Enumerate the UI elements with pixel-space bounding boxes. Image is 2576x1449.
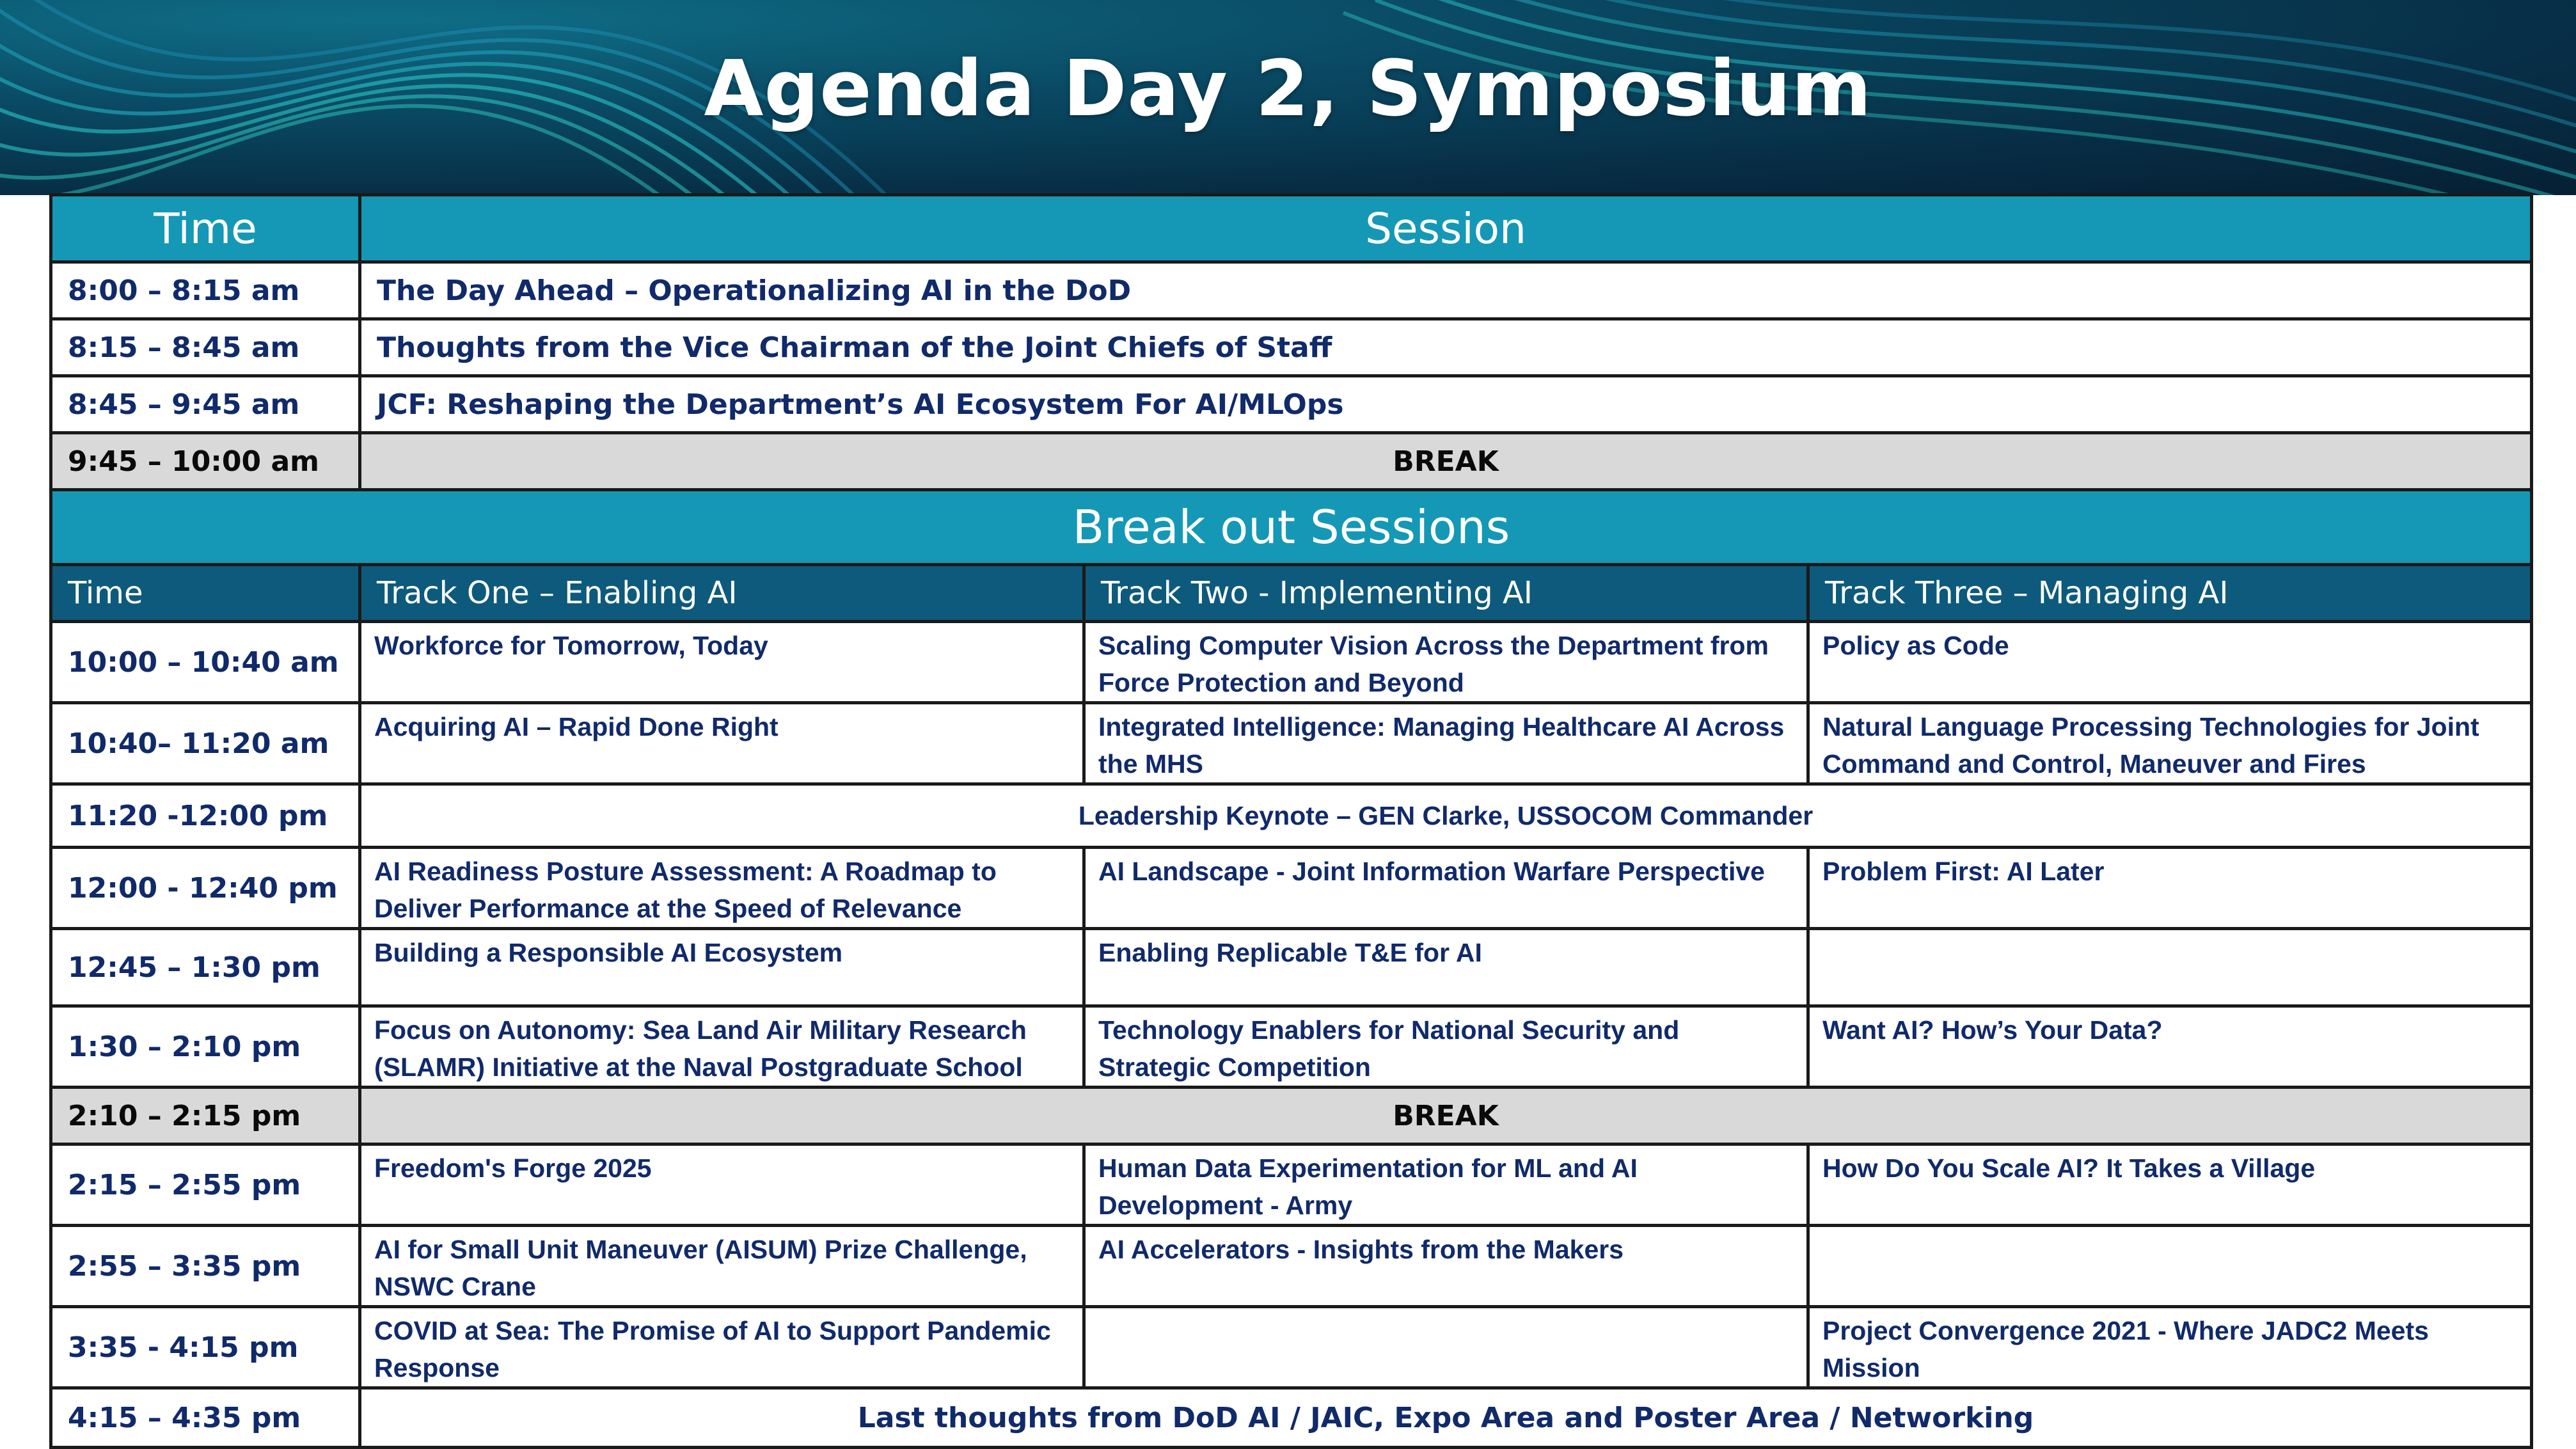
track-three-cell: Problem First: AI Later [1806,846,2533,930]
header-session: Session [358,193,2533,264]
table-row: 10:00 – 10:40 am Workforce for Tomorrow,… [49,620,2533,704]
track-two-cell: Human Data Experimentation for ML and AI… [1082,1143,1810,1227]
table-row: 12:00 - 12:40 pm AI Readiness Posture As… [49,846,2533,930]
track-two-cell: Enabling Replicable T&E for AI [1082,927,1810,1008]
time-cell: 1:30 – 2:10 pm [49,1004,361,1089]
track-header-two: Track Two - Implementing AI [1082,563,1810,623]
time-cell: 8:45 – 9:45 am [49,374,361,434]
track-one-cell: Acquiring AI – Rapid Done Right [358,701,1086,786]
keynote-label: Leadership Keynote – GEN Clarke, USSOCOM… [358,782,2533,849]
table-row: 10:40– 11:20 am Acquiring AI – Rapid Don… [49,701,2533,786]
session-cell: The Day Ahead – Operationalizing AI in t… [358,260,2533,321]
break-row: 9:45 – 10:00 am BREAK [49,431,2533,491]
track-two-cell: Integrated Intelligence: Managing Health… [1082,701,1810,786]
table-row: 12:45 – 1:30 pm Building a Responsible A… [49,927,2533,1008]
time-cell: 8:00 – 8:15 am [49,260,361,321]
table-row: 8:15 – 8:45 am Thoughts from the Vice Ch… [49,317,2533,377]
track-three-cell: Project Convergence 2021 - Where JADC2 M… [1806,1305,2533,1390]
time-cell: 4:15 – 4:35 pm [49,1386,361,1449]
track-one-cell: Workforce for Tomorrow, Today [358,620,1086,704]
break-label: BREAK [358,431,2533,491]
table-row: 8:45 – 9:45 am JCF: Reshaping the Depart… [49,374,2533,434]
track-one-cell: COVID at Sea: The Promise of AI to Suppo… [358,1305,1086,1390]
session-cell: JCF: Reshaping the Department’s AI Ecosy… [358,374,2533,434]
track-one-cell: Focus on Autonomy: Sea Land Air Military… [358,1004,1086,1089]
track-header-time: Time [49,563,361,623]
track-one-cell: AI for Small Unit Maneuver (AISUM) Prize… [358,1224,1086,1308]
track-one-cell: Freedom's Forge 2025 [358,1143,1086,1227]
track-two-cell [1082,1305,1810,1390]
table-row: 3:35 - 4:15 pm COVID at Sea: The Promise… [49,1305,2533,1390]
table-header-row: Time Session [49,193,2533,264]
time-cell: 2:55 – 3:35 pm [49,1224,361,1308]
break-label: BREAK [358,1086,2533,1146]
time-cell: 8:15 – 8:45 am [49,317,361,377]
time-cell: 10:40– 11:20 am [49,701,361,786]
track-two-cell: AI Accelerators - Insights from the Make… [1082,1224,1810,1308]
breakout-title: Break out Sessions [49,488,2533,566]
track-three-cell [1806,1224,2533,1308]
keynote-row: 11:20 -12:00 pm Leadership Keynote – GEN… [49,782,2533,849]
time-cell: 12:00 - 12:40 pm [49,846,361,930]
table-row: 8:00 – 8:15 am The Day Ahead – Operation… [49,260,2533,321]
table-row: 2:55 – 3:35 pm AI for Small Unit Maneuve… [49,1224,2533,1308]
closing-label: Last thoughts from DoD AI / JAIC, Expo A… [358,1386,2533,1449]
track-two-cell: Technology Enablers for National Securit… [1082,1004,1810,1089]
table-row: 1:30 – 2:10 pm Focus on Autonomy: Sea La… [49,1004,2533,1089]
track-one-cell: AI Readiness Posture Assessment: A Roadm… [358,846,1086,930]
track-three-cell [1806,927,2533,1008]
table-row: 2:15 – 2:55 pm Freedom's Forge 2025 Huma… [49,1143,2533,1227]
time-cell: 3:35 - 4:15 pm [49,1305,361,1390]
time-cell: 11:20 -12:00 pm [49,782,361,849]
time-cell: 12:45 – 1:30 pm [49,927,361,1008]
time-cell: 2:10 – 2:15 pm [49,1086,361,1146]
track-one-cell: Building a Responsible AI Ecosystem [358,927,1086,1008]
agenda-table: Time Session 8:00 – 8:15 am The Day Ahea… [49,193,2533,1449]
breakout-header-row: Break out Sessions [49,488,2533,566]
track-three-cell: Policy as Code [1806,620,2533,704]
time-cell: 9:45 – 10:00 am [49,431,361,491]
track-header-one: Track One – Enabling AI [358,563,1086,623]
page-title: Agenda Day 2, Symposium [704,45,1872,134]
break-row: 2:10 – 2:15 pm BREAK [49,1086,2533,1146]
track-three-cell: Natural Language Processing Technologies… [1806,701,2533,786]
session-cell: Thoughts from the Vice Chairman of the J… [358,317,2533,377]
closing-row: 4:15 – 4:35 pm Last thoughts from DoD AI… [49,1386,2533,1449]
track-two-cell: Scaling Computer Vision Across the Depar… [1082,620,1810,704]
track-header-three: Track Three – Managing AI [1806,563,2533,623]
track-three-cell: How Do You Scale AI? It Takes a Village [1806,1143,2533,1227]
track-header-row: Time Track One – Enabling AI Track Two -… [49,563,2533,623]
time-cell: 2:15 – 2:55 pm [49,1143,361,1227]
time-cell: 10:00 – 10:40 am [49,620,361,704]
track-two-cell: AI Landscape - Joint Information Warfare… [1082,846,1810,930]
header-time: Time [49,193,361,264]
track-three-cell: Want AI? How’s Your Data? [1806,1004,2533,1089]
